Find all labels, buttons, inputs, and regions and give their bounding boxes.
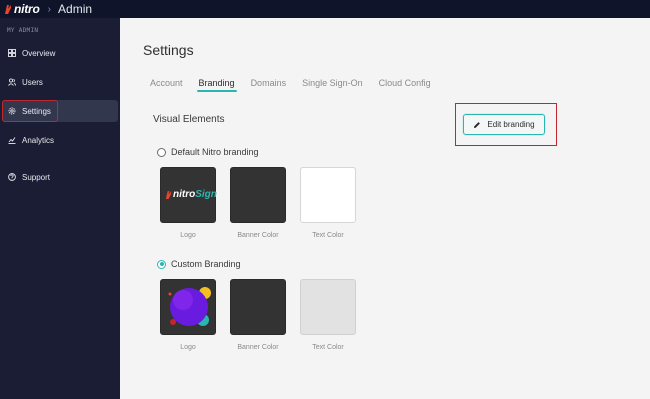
custom-banner-color-label: Banner Color [237,344,279,351]
sidebar-item-settings[interactable]: Settings [2,100,58,122]
nitro-logo-icon [5,4,11,14]
custom-branding-radio[interactable] [157,259,166,269]
tab-account[interactable]: Account [150,78,183,92]
sidebar-item-label: Settings [22,106,51,116]
pencil-icon [474,121,481,128]
users-icon [8,78,16,86]
chart-icon [8,136,16,144]
custom-banner-color-swatch [230,279,286,335]
main-content: Settings Account Branding Domains Single… [120,18,650,399]
custom-text-color-swatch [300,279,356,335]
custom-logo-swatch [160,279,216,335]
breadcrumb-separator: › [47,3,52,15]
default-banner-color-swatch [230,167,286,223]
gear-icon [8,107,16,115]
edit-branding-button[interactable]: Edit branding [463,114,545,135]
section-title: Visual Elements [153,114,225,125]
custom-logo-image [168,287,211,326]
nitro-logo[interactable]: nitro [4,2,40,16]
sidebar-item-label: Overview [22,48,56,58]
default-text-color-label: Text Color [312,232,344,239]
app-title: Admin [58,2,93,16]
default-logo-label: Logo [180,232,196,239]
sidebar-item-label: Analytics [22,135,55,145]
default-branding-radio[interactable] [157,147,166,157]
tab-cloud-config[interactable]: Cloud Config [379,78,431,92]
sidebar-item-label: Support [22,172,51,182]
custom-logo-label: Logo [180,344,196,351]
page-title: Settings [143,42,194,58]
sidebar: MY ADMIN Overview Users Settings Analyti… [0,18,120,399]
edit-branding-label: Edit branding [487,120,535,129]
help-icon [8,173,16,181]
sidebar-item-support[interactable]: Support [2,166,118,188]
sidebar-section-label: MY ADMIN [7,27,39,34]
sidebar-item-analytics[interactable]: Analytics [2,129,118,151]
nitro-logo-icon [165,190,172,199]
grid-icon [8,49,16,57]
tab-single-sign-on[interactable]: Single Sign-On [302,78,363,92]
sidebar-item-label: Users [22,77,43,87]
default-branding-label: Default Nitro branding [171,147,259,157]
custom-branding-option[interactable]: Custom Branding [157,259,241,269]
default-banner-color-label: Banner Color [237,232,279,239]
nitro-sign-text-2: Sign [195,189,217,200]
logo-text: nitro [14,2,40,16]
settings-tabs: Account Branding Domains Single Sign-On … [150,78,447,92]
default-branding-option[interactable]: Default Nitro branding [157,147,259,157]
top-bar: nitro › Admin [0,0,650,18]
sidebar-item-overview[interactable]: Overview [2,42,118,64]
tab-domains[interactable]: Domains [251,78,287,92]
nitro-sign-text-1: nitro [173,189,196,200]
custom-text-color-label: Text Color [312,344,344,351]
nitro-sign-logo: nitro Sign [165,189,217,200]
custom-branding-label: Custom Branding [171,259,241,269]
default-logo-swatch: nitro Sign [160,167,217,223]
tab-branding[interactable]: Branding [196,78,237,92]
sidebar-item-users[interactable]: Users [2,71,118,93]
default-text-color-swatch [300,167,356,223]
